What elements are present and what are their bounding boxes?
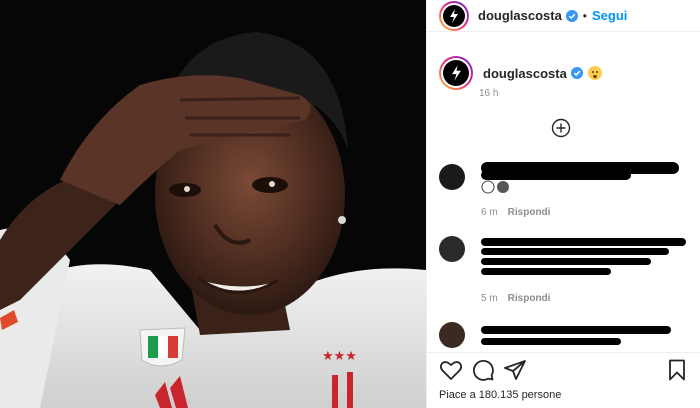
- caption-username[interactable]: douglascosta: [483, 66, 567, 81]
- redacted-text: [481, 238, 686, 246]
- action-bar: [427, 358, 700, 384]
- redacted-text: [481, 258, 651, 265]
- verified-badge-icon: [570, 67, 583, 79]
- comment-avatar[interactable]: [439, 322, 465, 348]
- divider: [427, 352, 700, 353]
- post-photo[interactable]: ★★★: [0, 0, 426, 408]
- post-side-panel: douglascosta • Segui douglascosta 16 h 6…: [426, 0, 700, 408]
- share-icon[interactable]: [503, 358, 527, 382]
- reply-button[interactable]: Rispondi: [508, 293, 551, 304]
- heart-icon[interactable]: [439, 358, 463, 382]
- comment-time: 5 m: [481, 293, 498, 304]
- redacted-text: [481, 338, 621, 345]
- list-item: 6 m Rispondi: [439, 162, 689, 222]
- likes-count[interactable]: Piace a 180.135 persone: [439, 389, 561, 401]
- bookmark-icon[interactable]: [665, 358, 689, 382]
- lightning-logo-icon: [443, 60, 469, 86]
- comment-avatar[interactable]: [439, 236, 465, 262]
- comment-avatar[interactable]: [439, 164, 465, 190]
- avatar[interactable]: [439, 0, 469, 31]
- post-header: douglascosta • Segui: [427, 0, 700, 32]
- header-username[interactable]: douglascosta: [478, 8, 562, 23]
- caption-time: 16 h: [479, 88, 499, 99]
- list-item: [439, 322, 689, 350]
- list-item: 5 m Rispondi: [439, 236, 689, 306]
- redacted-text: [481, 170, 631, 180]
- redacted-text: [481, 326, 671, 334]
- caption: douglascosta: [439, 56, 602, 90]
- player-portrait-image: ★★★: [0, 0, 426, 408]
- instagram-post: ★★★ douglascosta • Segui douglascosta 16…: [0, 0, 700, 408]
- comment-icon[interactable]: [471, 358, 495, 382]
- emoji-icon: [481, 180, 509, 194]
- redacted-text: [481, 248, 669, 255]
- redacted-text: [481, 268, 611, 275]
- verified-badge-icon: [565, 9, 578, 22]
- reply-button[interactable]: Rispondi: [508, 207, 551, 218]
- header-separator: •: [582, 8, 587, 23]
- comment-meta: 5 m Rispondi: [481, 293, 550, 304]
- comment-time: 6 m: [481, 207, 498, 218]
- lightning-logo-icon: [443, 4, 465, 27]
- svg-text:★★★: ★★★: [322, 349, 357, 364]
- follow-button[interactable]: Segui: [592, 8, 627, 23]
- emoji-icon: [587, 66, 602, 80]
- caption-avatar[interactable]: [439, 56, 473, 90]
- add-comment-icon[interactable]: [551, 118, 571, 138]
- comment-meta: 6 m Rispondi: [481, 207, 550, 218]
